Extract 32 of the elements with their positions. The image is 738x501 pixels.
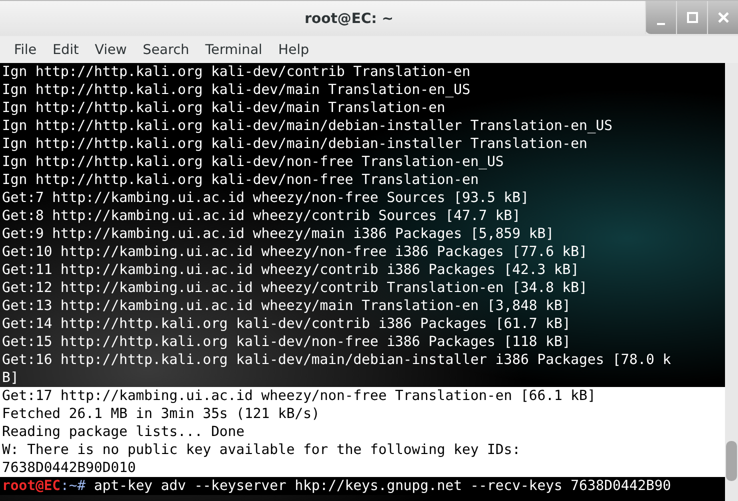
menu-item[interactable]: Help bbox=[270, 42, 318, 58]
terminal-line: Ign http://http.kali.org kali-dev/contrib Translation-en bbox=[1, 63, 472, 81]
maximize-icon bbox=[686, 12, 698, 23]
prompt-path: :~# bbox=[60, 477, 86, 495]
terminal-line: Get:12 http://kambing.ui.ac.id wheezy/contrib Translation-en [34.8 kB] bbox=[1, 279, 588, 297]
terminal-line: Get:15 http://http.kali.org kali-dev/non-free i386 Packages [118 kB] bbox=[1, 333, 572, 351]
terminal-line: Ign http://http.kali.org kali-dev/main/debian-installer Translation-en_US bbox=[1, 117, 614, 135]
menu-item[interactable]: File bbox=[6, 42, 45, 58]
terminal-line: Ign http://http.kali.org kali-dev/non-free Translation-en bbox=[1, 171, 480, 189]
terminal-line: Get:14 http://http.kali.org kali-dev/contrib i386 Packages [61.7 kB] bbox=[1, 315, 572, 333]
terminal-line: Get:10 http://kambing.ui.ac.id wheezy/non-free i386 Packages [77.6 kB] bbox=[1, 243, 588, 261]
scrollbar[interactable] bbox=[725, 63, 738, 501]
minimize-icon bbox=[657, 22, 665, 24]
terminal-line: Ign http://http.kali.org kali-dev/non-free Translation-en_US bbox=[1, 153, 505, 171]
terminal-line: Get:13 http://kambing.ui.ac.id wheezy/main Translation-en [3,848 kB] bbox=[1, 297, 572, 315]
terminal-line: B] bbox=[1, 369, 20, 387]
terminal-line: Get:9 http://kambing.ui.ac.id wheezy/main i386 Packages [5,859 kB] bbox=[1, 225, 555, 243]
terminal-line: Get:7 http://kambing.ui.ac.id wheezy/non-free Sources [93.5 kB] bbox=[1, 189, 530, 207]
menu-item[interactable]: Terminal bbox=[197, 42, 270, 58]
terminal-line: Ign http://http.kali.org kali-dev/main/debian-installer Translation-en bbox=[1, 135, 588, 153]
prompt-user: root@EC bbox=[2, 477, 61, 495]
close-icon bbox=[718, 12, 728, 23]
terminal-line: Get:16 http://http.kali.org kali-dev/main/debian-installer i386 Packages [78.0 k bbox=[1, 351, 672, 369]
terminal-line: Get:11 http://kambing.ui.ac.id wheezy/contrib i386 Packages [42.3 kB] bbox=[1, 261, 580, 279]
window-title: root@EC: ~ bbox=[304, 10, 394, 26]
menu-item[interactable]: View bbox=[86, 42, 135, 58]
menu-item[interactable]: Search bbox=[134, 42, 198, 58]
terminal-line: Get:8 http://kambing.ui.ac.id wheezy/contrib Sources [47.7 kB] bbox=[1, 207, 522, 225]
terminal-line: Ign http://http.kali.org kali-dev/main Translation-en bbox=[1, 99, 446, 117]
terminal-line: Ign http://http.kali.org kali-dev/main Translation-en_US bbox=[1, 81, 472, 99]
menu-item[interactable]: Edit bbox=[44, 42, 87, 58]
command-text: apt-key adv --keyserver hkp://keys.gnupg.net --recv-keys 7638D0442B90 bbox=[93, 477, 672, 495]
